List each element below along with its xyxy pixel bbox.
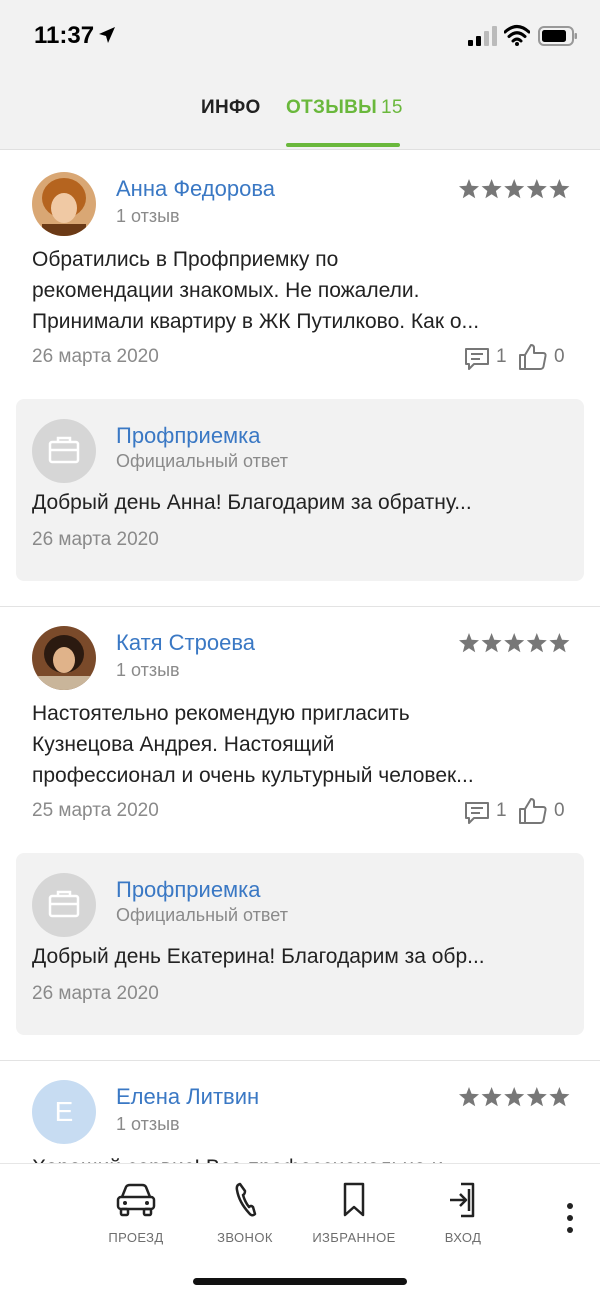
nav-favorites[interactable]: ИЗБРАННОЕ xyxy=(304,1180,404,1260)
comment-count: 1 xyxy=(496,800,507,821)
nav-call-label: ЗВОНОК xyxy=(217,1230,273,1245)
nav-login[interactable]: ВХОД xyxy=(413,1180,513,1260)
divider xyxy=(0,606,600,607)
company-avatar xyxy=(32,419,96,483)
tab-info-label: ИНФО xyxy=(201,97,261,118)
avatar[interactable]: Е xyxy=(32,1080,96,1144)
login-icon xyxy=(450,1182,475,1218)
review-author-count: 1 отзыв xyxy=(116,206,180,226)
briefcase-icon xyxy=(48,890,80,918)
nav-favorites-label: ИЗБРАННОЕ xyxy=(312,1230,396,1245)
wifi-icon xyxy=(504,25,530,46)
thumbs-up-icon[interactable] xyxy=(518,797,548,825)
active-tab-indicator xyxy=(286,143,400,147)
car-icon xyxy=(116,1183,156,1217)
review-author-count: 1 отзыв xyxy=(116,660,180,680)
bottom-nav: ПРОЕЗД ЗВОНОК ИЗБРАННОЕ ВХОД xyxy=(0,1163,600,1299)
review-text[interactable]: Настоятельно рекомендую пригласить Кузне… xyxy=(32,698,572,791)
reviews-list: Анна Федорова 1 отзыв Обратились в Профп… xyxy=(0,150,600,1163)
reply-date: 26 марта 2020 xyxy=(32,983,159,1004)
divider xyxy=(0,1060,600,1061)
phone-icon xyxy=(235,1182,257,1217)
home-indicator[interactable] xyxy=(193,1278,407,1285)
reply-date: 26 марта 2020 xyxy=(32,529,159,550)
rating-stars-icon xyxy=(459,633,570,653)
nav-login-label: ВХОД xyxy=(444,1230,482,1245)
rating-stars-icon xyxy=(459,179,570,199)
tab-info[interactable]: ИНФО xyxy=(201,97,261,119)
reply-label: Официальный ответ xyxy=(116,905,288,925)
like-count: 0 xyxy=(554,346,565,367)
tab-reviews[interactable]: ОТЗЫВЫ 15 xyxy=(286,97,403,119)
review-text-line: Кузнецова Андрея. Настоящий xyxy=(32,733,335,756)
review-author[interactable]: Анна Федорова xyxy=(116,176,275,202)
review-date: 26 марта 2020 xyxy=(32,346,159,367)
comment-icon[interactable] xyxy=(464,346,490,372)
tab-reviews-label: ОТЗЫВЫ xyxy=(286,97,378,118)
location-arrow-icon xyxy=(99,27,115,43)
comment-icon[interactable] xyxy=(464,800,490,826)
rating-stars-icon xyxy=(459,1087,570,1107)
review-text[interactable]: Хороший сервис! Все профессионально и xyxy=(32,1152,572,1163)
reply-author[interactable]: Профприемка xyxy=(116,877,261,903)
company-avatar xyxy=(32,873,96,937)
more-options-icon[interactable] xyxy=(558,1200,582,1236)
thumbs-up-icon[interactable] xyxy=(518,343,548,371)
nav-route[interactable]: ПРОЕЗД xyxy=(86,1180,186,1260)
tab-bar: ИНФО ОТЗЫВЫ 15 xyxy=(0,72,600,150)
reply-text: Добрый день Екатерина! Благодарим за обр… xyxy=(32,945,485,968)
reply-text: Добрый день Анна! Благодарим за обратну.… xyxy=(32,491,472,514)
nav-route-label: ПРОЕЗД xyxy=(108,1230,164,1245)
review-text-line: Хороший сервис! Все профессионально и xyxy=(32,1152,572,1163)
status-bar: 11:37 xyxy=(0,0,600,72)
nav-call[interactable]: ЗВОНОК xyxy=(195,1180,295,1260)
review-text[interactable]: Обратились в Профприемку по рекомендации… xyxy=(32,244,572,337)
like-count: 0 xyxy=(554,800,565,821)
comment-count: 1 xyxy=(496,346,507,367)
review-text-line: рекомендации знакомых. Не пожалели. xyxy=(32,279,420,302)
review-text-line: профессионал и очень культурный человек.… xyxy=(32,764,474,787)
review-author-count: 1 отзыв xyxy=(116,1114,180,1134)
avatar[interactable] xyxy=(32,626,96,690)
review-text-line: Обратились в Профприемку по xyxy=(32,248,339,271)
reply-author[interactable]: Профприемка xyxy=(116,423,261,449)
review-text-line: Принимали квартиру в ЖК Путилково. Как о… xyxy=(32,310,480,333)
bookmark-icon xyxy=(343,1182,365,1217)
briefcase-icon xyxy=(48,436,80,464)
review-author[interactable]: Елена Литвин xyxy=(116,1084,259,1110)
review-author[interactable]: Катя Строева xyxy=(116,630,255,656)
avatar[interactable] xyxy=(32,172,96,236)
tab-reviews-count: 15 xyxy=(381,97,403,118)
cellular-signal-icon xyxy=(468,26,497,46)
reply-label: Официальный ответ xyxy=(116,451,288,471)
review-date: 25 марта 2020 xyxy=(32,800,159,821)
official-reply[interactable]: Профприемка Официальный ответ Добрый ден… xyxy=(16,399,584,581)
status-time: 11:37 xyxy=(34,22,95,49)
battery-icon xyxy=(538,26,577,46)
review-text-line: Настоятельно рекомендую пригласить xyxy=(32,702,410,725)
official-reply[interactable]: Профприемка Официальный ответ Добрый ден… xyxy=(16,853,584,1035)
